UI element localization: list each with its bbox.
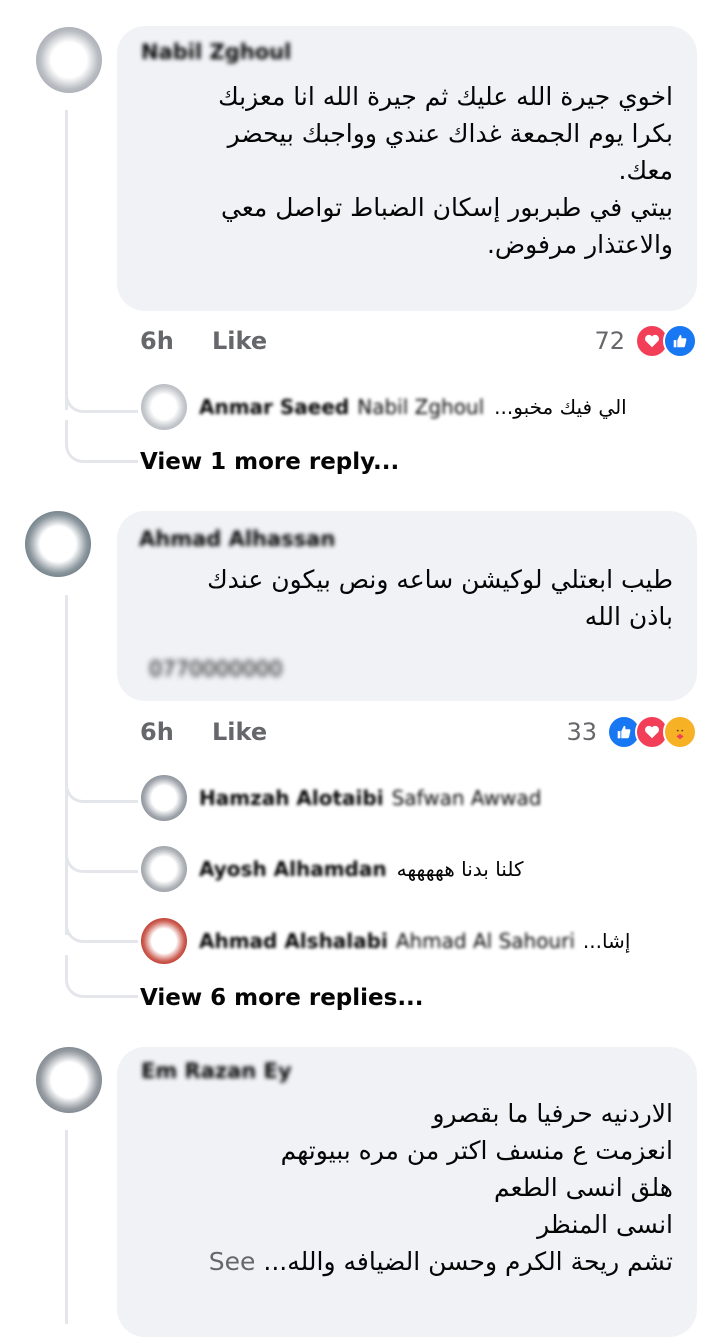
- thread-line-1: [65, 110, 68, 410]
- reaction-count: 72: [594, 327, 625, 355]
- reply-avatar[interactable]: [141, 384, 187, 430]
- comment-line: تشم ريحة الكرم وحسن الضيافه والله...: [263, 1247, 673, 1276]
- comment-line: بيتي في طبربور إسكان الضباط تواصل معي: [220, 193, 673, 222]
- reply-item[interactable]: Hamzah Alotaibi Safwan Awwad: [141, 775, 541, 821]
- comment-author[interactable]: Ahmad Alhassan: [139, 527, 369, 551]
- comment-line: انعزمت ع منسف اكتر من مره ببيوتهم: [280, 1136, 673, 1165]
- reply-author[interactable]: Ahmad Alshalabi: [199, 929, 388, 953]
- avatar[interactable]: [25, 511, 91, 577]
- thread-curve-1b: [65, 420, 138, 463]
- reply-snippet: كلنا بدنا هههههه: [396, 857, 524, 881]
- reply-snippet: الي فيك مخبو...: [494, 395, 627, 419]
- avatar[interactable]: [36, 27, 102, 93]
- see-more-link[interactable]: See: [209, 1247, 256, 1276]
- view-more-replies-link[interactable]: View 6 more replies...: [140, 985, 424, 1011]
- reply-item[interactable]: Ayosh Alhamdan كلنا بدنا هههههه: [141, 846, 523, 892]
- reply-mention[interactable]: Nabil Zghoul: [357, 395, 484, 419]
- reply-author[interactable]: Ayosh Alhamdan: [199, 857, 387, 881]
- thread-curve-2a: [65, 760, 138, 803]
- comment-line: بكرا يوم الجمعة غداك عندي وواجبك بيحضر: [227, 119, 673, 148]
- reply-item[interactable]: Anmar Saeed Nabil Zghoul الي فيك مخبو...: [141, 384, 627, 430]
- comment-line: هلق انسى الطعم: [493, 1173, 673, 1202]
- thread-curve-2c: [65, 900, 138, 943]
- reply-item[interactable]: Ahmad Alshalabi Ahmad Al Sahouri إشا...: [141, 918, 630, 964]
- comment-line: باذن الله: [584, 602, 673, 631]
- reaction-summary[interactable]: 33: [566, 715, 697, 749]
- comment-text: طيب ابعتلي لوكيشن ساعه ونص بيكون عندك با…: [207, 561, 673, 635]
- comment-text: الاردنيه حرفيا ما بقصرو انعزمت ع منسف اك…: [209, 1095, 673, 1280]
- reply-avatar[interactable]: [141, 918, 187, 964]
- thread-curve-2d: [65, 955, 138, 998]
- reply-mention[interactable]: Ahmad Al Sahouri: [396, 929, 575, 953]
- comment-line: اخوي جيرة الله عليك ثم جيرة الله انا معز…: [218, 82, 673, 111]
- comment-text: اخوي جيرة الله عليك ثم جيرة الله انا معز…: [218, 78, 673, 263]
- reply-author[interactable]: Anmar Saeed: [199, 395, 349, 419]
- comment-author[interactable]: Nabil Zghoul: [141, 40, 311, 64]
- hidden-phone: 0770000000: [149, 657, 283, 681]
- comment-line: انسى المنظر: [537, 1210, 673, 1239]
- reaction-summary[interactable]: 72: [594, 324, 697, 358]
- reaction-count: 33: [566, 718, 597, 746]
- reply-author[interactable]: Hamzah Alotaibi: [199, 786, 384, 810]
- comment-bubble: Nabil Zghoul اخوي جيرة الله عليك ثم جيرة…: [117, 26, 697, 311]
- comment-line: طيب ابعتلي لوكيشن ساعه ونص بيكون عندك: [207, 565, 673, 594]
- comment-time[interactable]: 6h: [140, 327, 174, 355]
- like-button[interactable]: Like: [212, 327, 267, 355]
- care-reaction-icon: [663, 715, 697, 749]
- like-reaction-icon: [663, 324, 697, 358]
- comment-bubble: Em Razan Ey الاردنيه حرفيا ما بقصرو انعز…: [117, 1047, 697, 1337]
- comment-line: الاردنيه حرفيا ما بقصرو: [432, 1099, 673, 1128]
- reply-mention[interactable]: Safwan Awwad: [392, 786, 542, 810]
- avatar[interactable]: [36, 1047, 102, 1113]
- reply-snippet: إشا...: [582, 929, 631, 953]
- like-button[interactable]: Like: [212, 718, 267, 746]
- thread-line-3: [65, 1130, 68, 1324]
- comment-line: معك.: [618, 156, 673, 185]
- comment-author[interactable]: Em Razan Ey: [141, 1059, 311, 1083]
- view-more-replies-link[interactable]: View 1 more reply...: [140, 449, 399, 475]
- comment-line: والاعتذار مرفوض.: [486, 230, 673, 259]
- thread-curve-2b: [65, 830, 138, 873]
- comment-time[interactable]: 6h: [140, 718, 174, 746]
- reply-avatar[interactable]: [141, 846, 187, 892]
- thread-curve-1a: [65, 370, 138, 413]
- reply-avatar[interactable]: [141, 775, 187, 821]
- comment-bubble: Ahmad Alhassan طيب ابعتلي لوكيشن ساعه ون…: [117, 511, 697, 701]
